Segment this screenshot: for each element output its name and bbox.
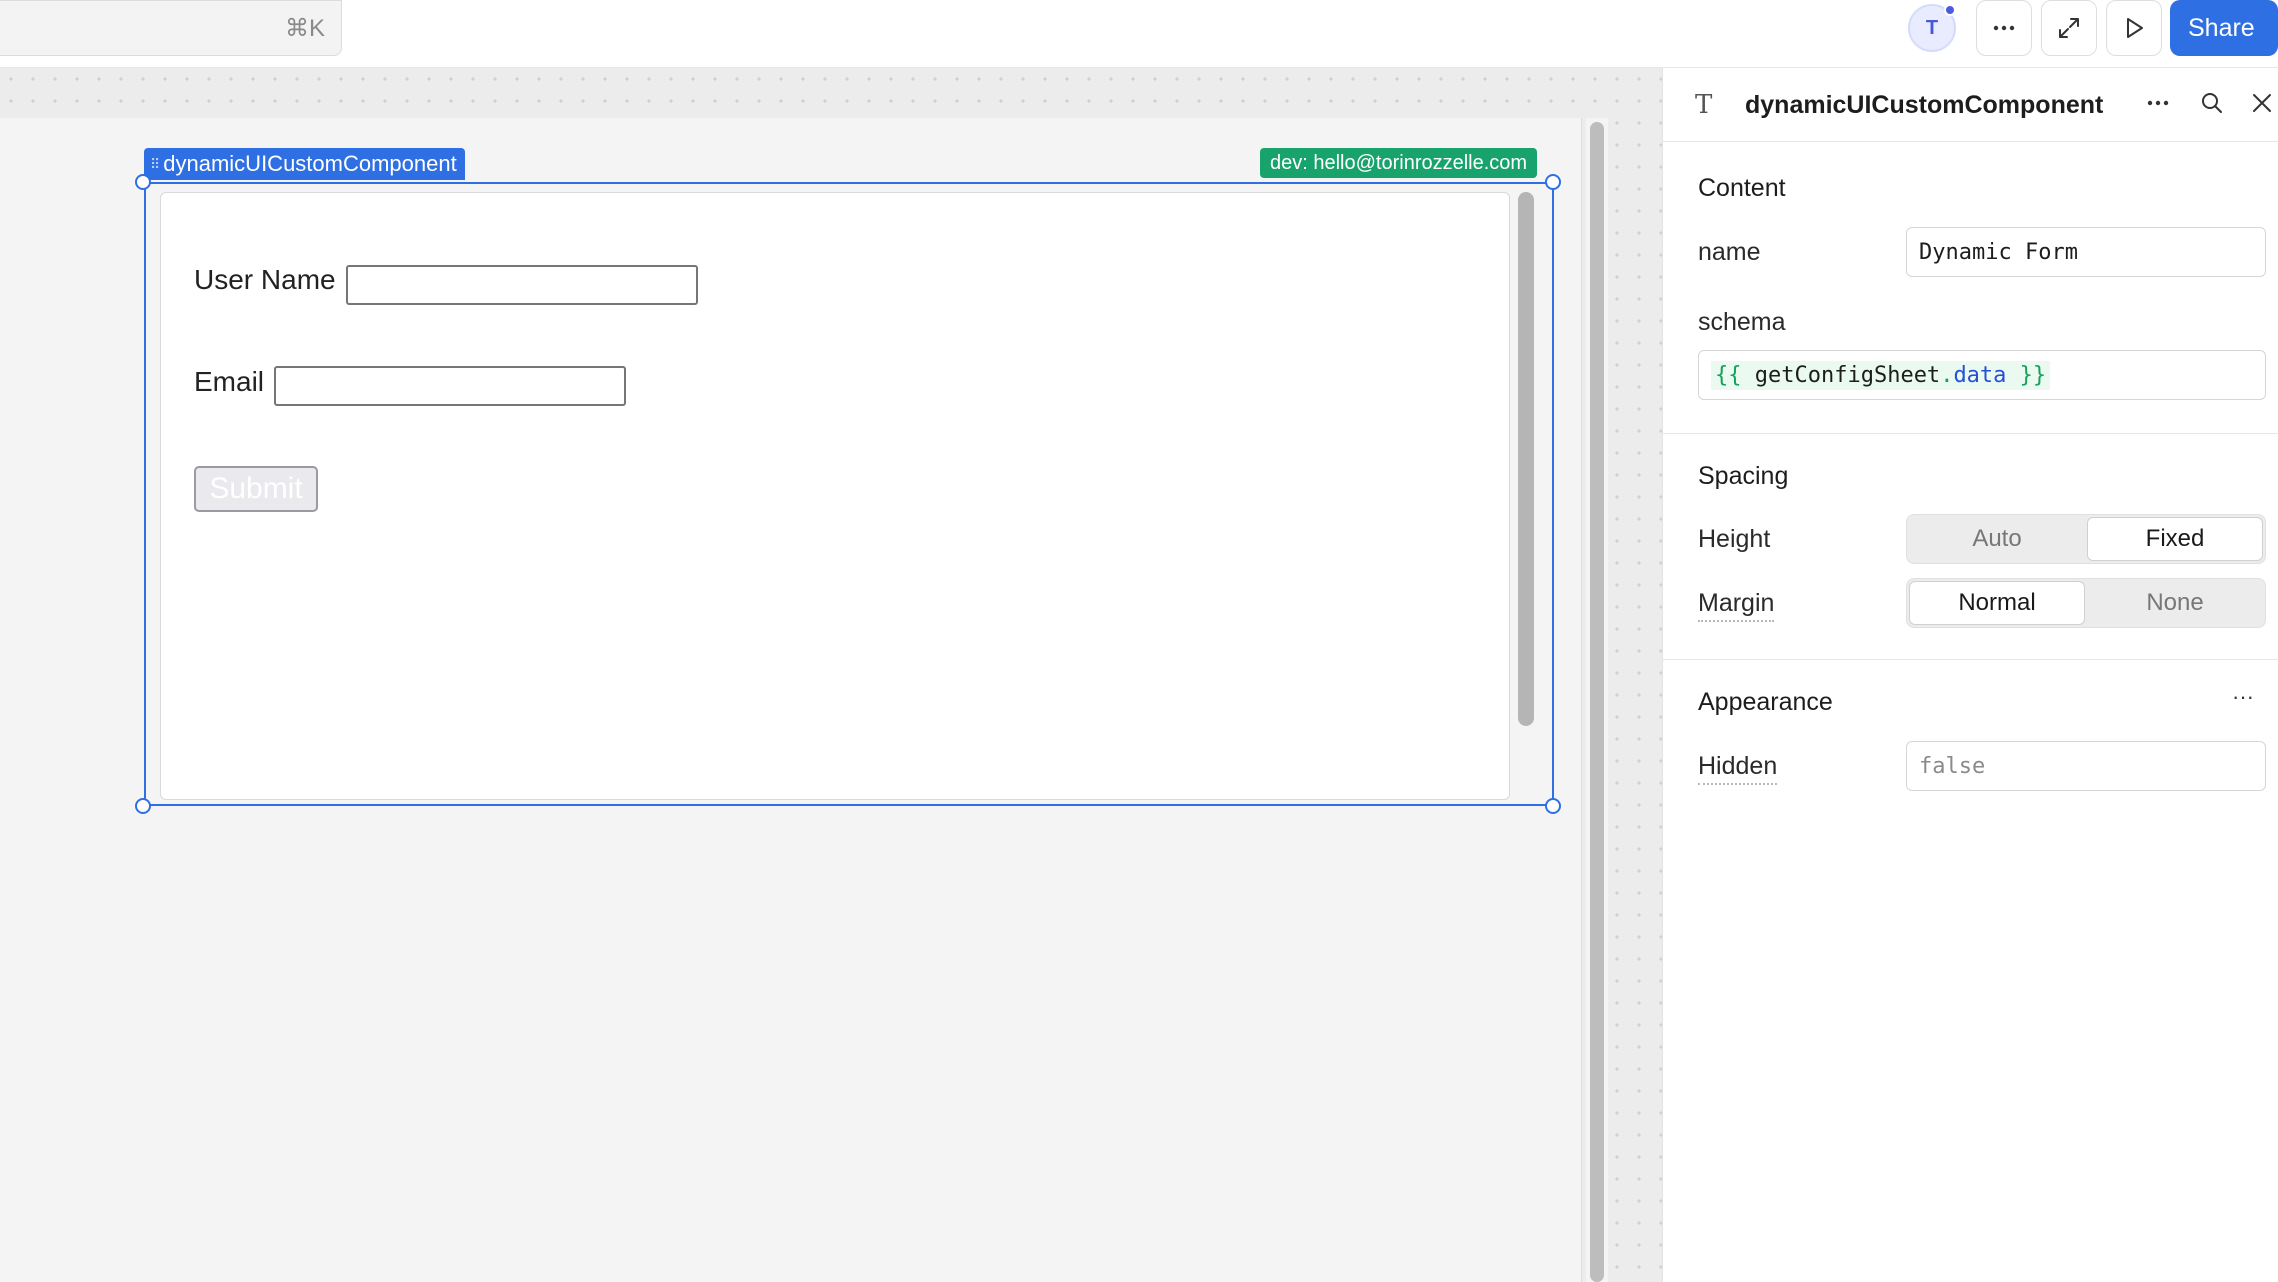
share-button[interactable]: Share bbox=[2170, 0, 2278, 56]
section-divider bbox=[1662, 433, 2278, 434]
height-segmented-control: Auto Fixed bbox=[1906, 514, 2266, 564]
spacing-section-title[interactable]: Spacing bbox=[1698, 462, 1788, 491]
section-divider bbox=[1662, 659, 2278, 660]
height-option-auto[interactable]: Auto bbox=[1909, 517, 2085, 561]
component-name-tag[interactable]: ⠿ dynamicUICustomComponent bbox=[144, 148, 465, 180]
schema-expression: {{ getConfigSheet.data }} bbox=[1711, 360, 2051, 390]
component-tag-label: dynamicUICustomComponent bbox=[163, 151, 457, 176]
inspector-search-button[interactable] bbox=[2199, 90, 2225, 123]
margin-label: Margin bbox=[1698, 589, 1775, 622]
margin-option-normal[interactable]: Normal bbox=[1909, 581, 2085, 625]
drag-grip-icon[interactable]: ⠿ bbox=[150, 156, 160, 173]
dev-environment-badge: dev: hello@torinrozzelle.com bbox=[1260, 148, 1538, 178]
inspector-more-button[interactable] bbox=[2145, 90, 2171, 123]
name-label: name bbox=[1698, 238, 1761, 266]
expand-icon bbox=[2059, 18, 2079, 38]
appearance-section-title[interactable]: Appearance bbox=[1698, 688, 1833, 717]
more-icon bbox=[2147, 100, 2169, 106]
more-options-button[interactable] bbox=[1976, 0, 2032, 56]
resize-handle-top-left[interactable] bbox=[135, 174, 151, 190]
margin-segmented-control: Normal None bbox=[1906, 578, 2266, 628]
search-icon bbox=[2202, 93, 2222, 113]
command-search[interactable]: ⌘K bbox=[0, 0, 342, 56]
height-label: Height bbox=[1698, 525, 1771, 553]
expand-button[interactable] bbox=[2041, 0, 2097, 56]
play-icon bbox=[2127, 18, 2143, 38]
content-section-title[interactable]: Content bbox=[1698, 174, 1786, 203]
resize-handle-bottom-left[interactable] bbox=[135, 798, 151, 814]
resize-handle-bottom-right[interactable] bbox=[1545, 798, 1561, 814]
margin-option-none[interactable]: None bbox=[2087, 581, 2263, 625]
top-bar: ⌘K T Share bbox=[0, 0, 2278, 68]
text-type-icon: T bbox=[1695, 90, 1713, 120]
hidden-input[interactable]: false bbox=[1906, 741, 2266, 791]
schema-label: schema bbox=[1698, 308, 1786, 336]
hidden-label: Hidden bbox=[1698, 752, 1778, 785]
more-icon bbox=[1993, 25, 2015, 31]
name-input[interactable]: Dynamic Form bbox=[1906, 227, 2266, 277]
selection-outline bbox=[144, 182, 1554, 806]
close-icon bbox=[2253, 94, 2271, 112]
canvas-scrollbar[interactable] bbox=[1590, 122, 1604, 1282]
inspector-header: T dynamicUICustomComponent bbox=[1663, 68, 2278, 142]
inspector-close-button[interactable] bbox=[2249, 90, 2275, 123]
inspector-title[interactable]: dynamicUICustomComponent bbox=[1745, 91, 2103, 120]
height-option-fixed[interactable]: Fixed bbox=[2087, 517, 2263, 561]
preview-button[interactable] bbox=[2106, 0, 2162, 56]
search-shortcut: ⌘K bbox=[284, 15, 325, 42]
resize-handle-top-right[interactable] bbox=[1545, 174, 1561, 190]
schema-input[interactable]: {{ getConfigSheet.data }} bbox=[1698, 350, 2266, 400]
appearance-more-button[interactable]: ··· bbox=[2232, 684, 2254, 710]
presence-dot bbox=[1944, 4, 1956, 16]
